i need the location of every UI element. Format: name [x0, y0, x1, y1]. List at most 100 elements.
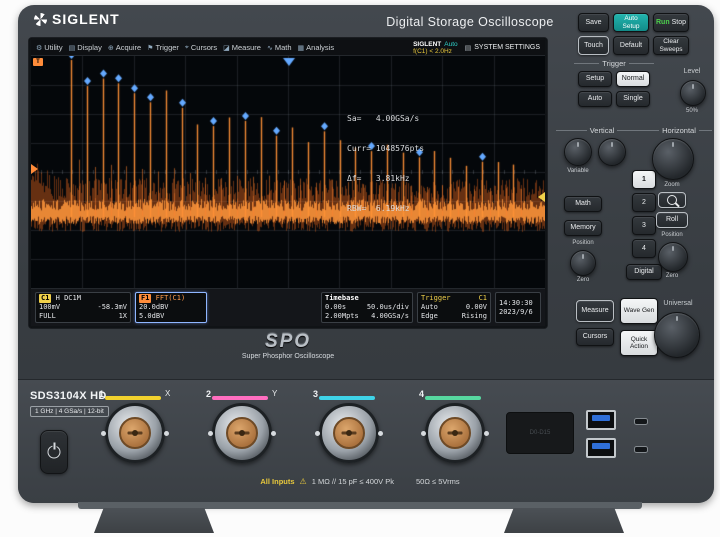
f1-scale: 20.0dBV [139, 303, 169, 311]
channel-2-input: 2 Y [206, 389, 277, 474]
input-warning-row: All Inputs ⚠ 1 MΩ // 15 pF ≤ 400V Pk 50Ω… [140, 477, 580, 486]
system-settings-label: SYSTEM SETTINGS [474, 44, 540, 51]
trigger-frequency: f(C1) < 2.0Hz [413, 48, 452, 55]
power-button[interactable] [40, 430, 68, 474]
f1-chip: F1 [139, 294, 152, 303]
reference-level-marker[interactable] [538, 192, 545, 202]
trigger-slope: Rising [461, 312, 487, 320]
menu-item-math[interactable]: ∿ Math [267, 43, 292, 52]
vertical-variable-knob[interactable] [564, 138, 592, 166]
timebase-descriptor[interactable]: Timebase 0.00s 50.0us/div 2.00Mpts 4.00GSa… [321, 292, 413, 323]
channel-1-color-stripe [105, 396, 161, 400]
measure-icon: ◪ [223, 44, 230, 52]
acquire-icon: ⊕ [107, 44, 114, 52]
universal-knob[interactable] [654, 312, 700, 358]
device-title: Digital Storage Oscilloscope [386, 15, 554, 29]
run-label: Run [655, 18, 670, 26]
aux-port-1 [634, 418, 648, 425]
channel1-descriptor[interactable]: C1 H DC1M 100mV -58.3mV FULL 1X [35, 292, 131, 323]
f1-descriptor[interactable]: F1 FFT(C1) 20.0dBV 5.0dBV [135, 292, 207, 323]
timebase-rate: 4.00GSa/s [371, 312, 409, 320]
vertical-position-knob[interactable] [570, 250, 596, 276]
magnifier-icon [667, 195, 677, 205]
menu-bar: ⚙ Utility ▤ Display ⊕ Acquire ⚑ Trigger ⌖ Cur… [31, 40, 545, 56]
zoom-button[interactable] [658, 192, 686, 208]
channel-2-button[interactable]: 2 [632, 193, 656, 212]
cursors-button[interactable]: Cursors [576, 328, 614, 346]
menu-item-display[interactable]: ▤ Display [69, 43, 102, 52]
oscilloscope: SIGLENT Digital Storage Oscilloscope ⚙ Ut… [0, 0, 720, 537]
model-label: SDS3104X HD [30, 390, 107, 402]
menu-label: Analysis [306, 43, 335, 52]
horizontal-scale-knob[interactable] [652, 138, 694, 180]
channel-1-input: 1 X [99, 389, 170, 474]
channel-1-number: 1 [99, 389, 105, 399]
trigger-setup-button[interactable]: Setup [578, 71, 612, 87]
auto-setup-button[interactable]: Auto Setup [613, 13, 649, 32]
spectrum-canvas[interactable] [31, 56, 545, 288]
trigger-level-knob[interactable] [680, 80, 706, 106]
channel-2-number: 2 [206, 389, 212, 399]
clear-sweeps-button[interactable]: Clear Sweeps [653, 36, 689, 55]
default-button[interactable]: Default [613, 36, 649, 55]
system-settings-button[interactable]: ▤ SYSTEM SETTINGS [465, 44, 540, 52]
warning-icon: ⚠ [299, 477, 307, 486]
digital-input-connector: D0-D15 [506, 412, 574, 454]
channel-2-color-stripe [212, 396, 268, 400]
channel-4-button[interactable]: 4 [632, 239, 656, 258]
trigger-section-label: Trigger [574, 59, 655, 68]
horizontal-position-label: Position [661, 232, 683, 238]
trigger-descriptor[interactable]: Trigger C1 Auto 0.00V Edge Rising [417, 292, 491, 323]
trigger-normal-button[interactable]: Normal [616, 71, 650, 87]
run-stop-button[interactable]: Run Stop [653, 13, 689, 32]
trigger-delay-marker[interactable]: T [33, 58, 43, 66]
time: 14:30:30 [499, 298, 533, 307]
bottom-lip [78, 502, 642, 509]
trigger-level: 0.00V [465, 303, 487, 311]
touch-button[interactable]: Touch [578, 36, 609, 55]
memory-button[interactable]: Memory [564, 220, 602, 236]
roll-button[interactable]: Roll [656, 212, 688, 228]
math-button[interactable]: Math [564, 196, 602, 212]
f1-level-marker[interactable] [31, 164, 38, 174]
menu-item-acquire[interactable]: ⊕ Acquire [108, 43, 141, 52]
menu-label: Cursors [190, 43, 218, 52]
horizontal-position-knob[interactable] [658, 242, 688, 272]
usb-port-1 [586, 410, 616, 430]
clock: 14:30:30 2023/9/6 [495, 292, 541, 323]
channel-1-bnc-connector [101, 403, 169, 463]
spo-logo: SPO [264, 331, 312, 352]
menu-item-measure[interactable]: ◪ Measure [223, 43, 261, 52]
c1-chip: C1 [39, 294, 52, 303]
delta-f: Δf= 3.81kHz [347, 174, 410, 183]
all-inputs-label: All Inputs [260, 477, 295, 486]
gear-icon: ⚙ [36, 44, 43, 52]
flag-icon: ⚑ [147, 44, 154, 52]
vertical-scale-knob[interactable] [598, 138, 626, 166]
trigger-single-button[interactable]: Single [616, 91, 650, 107]
menu-item-cursors[interactable]: ⌖ Cursors [185, 43, 217, 52]
horizontal-section-label: Horizontal [646, 126, 713, 135]
menu-item-utility[interactable]: ⚙ Utility [36, 43, 63, 52]
channel-4-input: 4 [419, 389, 489, 474]
measure-button[interactable]: Measure [576, 300, 614, 322]
quick-action-button[interactable]: Quick Action [620, 330, 658, 356]
save-button[interactable]: Save [578, 13, 609, 32]
vertical-zero-label: Zero [576, 277, 590, 283]
menu-item-analysis[interactable]: ▦ Analysis [298, 43, 335, 52]
menu-label: Trigger [155, 43, 179, 52]
channel-3-bnc-connector [315, 403, 383, 463]
menu-item-trigger[interactable]: ⚑ Trigger [147, 43, 179, 52]
horizontal-zero-label: Zero [665, 273, 679, 279]
trigger-auto-button[interactable]: Auto [578, 91, 612, 107]
timebase-points: 2.00Mpts [325, 312, 359, 320]
c1-scale: 100mV [39, 303, 61, 311]
date: 2023/9/6 [499, 307, 533, 316]
brand-small: SIGLENT [413, 41, 442, 48]
vertical-position-label: Position [572, 240, 594, 246]
left-foot [94, 508, 214, 533]
usb-tongue [592, 443, 610, 449]
acquisition-status: SIGLENT Auto f(C1) < 2.0Hz [413, 40, 458, 55]
timebase-scale: 50.0us/div [366, 303, 409, 311]
display-icon: ▤ [68, 44, 76, 52]
